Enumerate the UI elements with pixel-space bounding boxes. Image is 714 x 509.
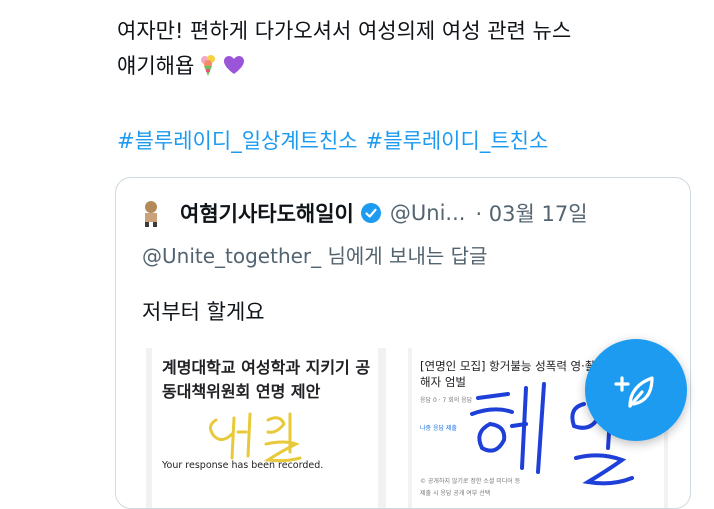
compose-tweet-icon — [614, 376, 654, 408]
verified-badge-icon — [360, 203, 381, 223]
compose-tweet-button[interactable] — [585, 339, 687, 441]
tweet-text: 여자만! 편하게 다가오셔서 여성의제 여성 관련 뉴스 얘기해욥 — [117, 14, 697, 84]
quoted-tweet-card[interactable]: 여혐기사타도해일이 @Uni... · 03월 17일 @Unite_toget… — [115, 177, 691, 509]
reply-suffix: 님에게 보내는 답글 — [321, 244, 488, 268]
purple-heart-icon — [224, 56, 245, 74]
tweet-text-line-1: 여자만! 편하게 다가오셔서 여성의제 여성 관련 뉴스 — [117, 19, 572, 43]
form-screenshot-left: 계명대학교 여성학과 지키기 공동대책위원회 연명 제안 Your respon… — [152, 348, 378, 508]
form-meta-line: 응답 0 · 7 회의 응답 — [420, 397, 473, 404]
quoted-author-handle[interactable]: @Uni... — [390, 201, 466, 225]
bouquet-icon — [201, 55, 216, 76]
quoted-author-name[interactable]: 여혐기사타도해일이 — [180, 198, 354, 228]
reply-mention-link[interactable]: @Unite_together_ — [142, 244, 321, 268]
form-response-note: Your response has been recorded. — [162, 460, 324, 471]
avatar[interactable] — [136, 198, 166, 228]
tweet-text-line-2: 얘기해욥 — [117, 49, 697, 84]
quoted-tweet-header: 여혐기사타도해일이 @Uni... · 03월 17일 — [136, 198, 588, 228]
media-image-left[interactable]: 계명대학교 여성학과 지키기 공동대책위원회 연명 제안 Your respon… — [146, 348, 386, 508]
quoted-tweet-date[interactable]: · 03월 17일 — [475, 198, 587, 228]
hashtag-list: #블루레이디_일상계트친소 #블루레이디_트친소 — [117, 125, 556, 155]
replying-to-line: @Unite_together_ 님에게 보내는 답글 — [142, 240, 487, 269]
tweet-text-line-2-label: 얘기해욥 — [117, 54, 195, 78]
form-footer-line-2: 제출 시 응답 공개 여부 선택 — [420, 490, 491, 497]
hashtag-link[interactable]: #블루레이디_일상계트친소 — [117, 129, 358, 153]
form-footer-line-1: © 공개하지 않기로 정한 소셜 미디어 등 — [420, 478, 521, 485]
hashtag-link[interactable]: #블루레이디_트친소 — [366, 129, 549, 153]
form-title-left: 계명대학교 여성학과 지키기 공동대책위원회 연명 제안 — [162, 358, 371, 401]
form-link[interactable]: 나중 응답 제출 — [420, 423, 457, 432]
quoted-tweet-text: 저부터 할게요 — [142, 300, 265, 324]
